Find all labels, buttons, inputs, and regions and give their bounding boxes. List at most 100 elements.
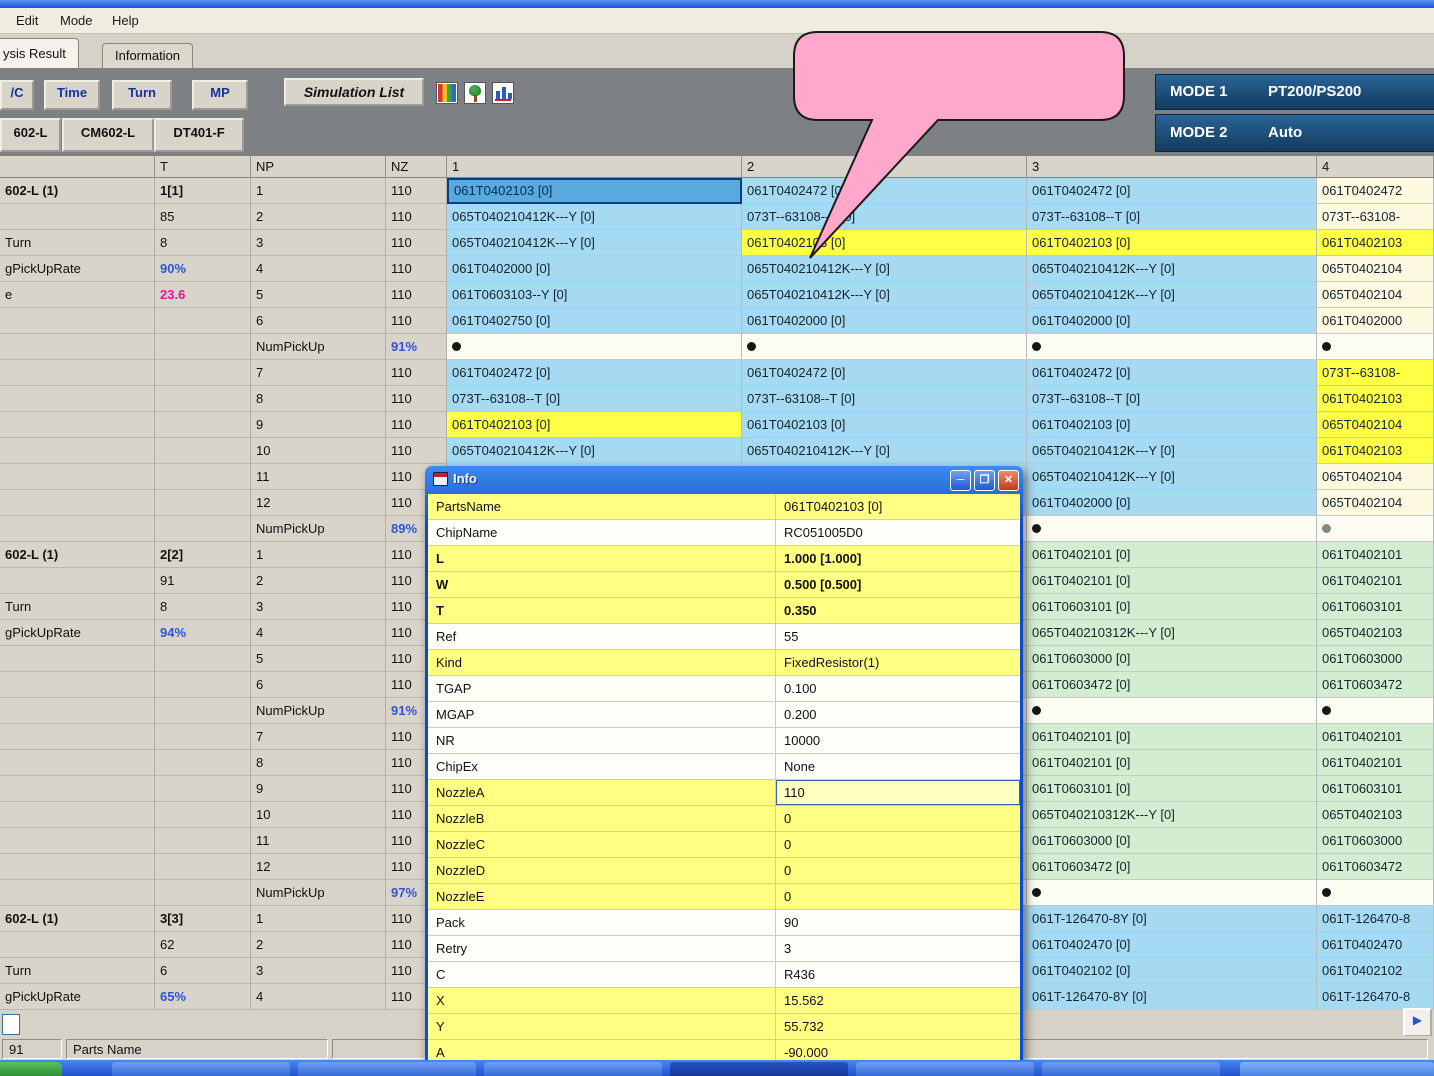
grid-cell[interactable]: 065T040210412K---Y [0] — [742, 282, 1027, 308]
toolbar-button-mp[interactable]: MP — [192, 80, 248, 110]
grid-cell[interactable]: 061T0402472 [0] — [1027, 178, 1317, 204]
grid-cell[interactable]: 073T--63108--T [0] — [1027, 204, 1317, 230]
bar-chart-icon[interactable] — [492, 82, 514, 104]
grid-cell[interactable]: 061T0402000 — [1317, 308, 1434, 334]
maximize-button[interactable]: ❐ — [974, 470, 995, 491]
info-field-value[interactable]: 0 — [776, 806, 1020, 832]
grid-cell[interactable]: 061T0402101 — [1317, 568, 1434, 594]
grid-cell[interactable]: 061T0603000 — [1317, 828, 1434, 854]
grid-cell[interactable]: 061T0402103 — [1317, 386, 1434, 412]
info-field-value[interactable]: 110 — [776, 780, 1020, 806]
grid-cell[interactable]: 073T--63108--T [0] — [742, 386, 1027, 412]
tree-icon[interactable] — [464, 82, 486, 104]
grid-cell[interactable]: 061T-126470-8 — [1317, 984, 1434, 1010]
grid-cell[interactable]: 065T0402104 — [1317, 256, 1434, 282]
info-field-value[interactable]: 0.100 — [776, 676, 1020, 702]
grid-cell[interactable]: 061T0402101 [0] — [1027, 750, 1317, 776]
grid-cell[interactable]: 065T0402104 — [1317, 412, 1434, 438]
tab-analysis-result[interactable]: ysis Result — [0, 38, 79, 68]
grid-cell[interactable]: 061T0402101 [0] — [1027, 542, 1317, 568]
grid-cell[interactable]: 065T040210312K---Y [0] — [1027, 802, 1317, 828]
toolbar-button-c[interactable]: /C — [0, 80, 34, 110]
grid-cell[interactable]: 061T0402472 [0] — [742, 178, 1027, 204]
menu-mode[interactable]: Mode — [52, 8, 101, 33]
grid-cell[interactable]: 065T0402103 — [1317, 620, 1434, 646]
grid-cell[interactable]: 061T0603472 — [1317, 672, 1434, 698]
grid-cell[interactable]: 065T040210412K---Y [0] — [447, 230, 742, 256]
grid-cell[interactable]: 073T--63108--T [0] — [742, 204, 1027, 230]
grid-cell[interactable] — [1027, 698, 1317, 724]
grid-cell[interactable]: 065T040210412K---Y [0] — [1027, 464, 1317, 490]
grid-cell[interactable]: 061T0603101 — [1317, 594, 1434, 620]
machine-tab-dt401-f[interactable]: DT401-F — [154, 118, 244, 152]
grid-cell[interactable]: 061T0603000 — [1317, 646, 1434, 672]
grid-cell[interactable]: 061T0402472 [0] — [447, 360, 742, 386]
start-button[interactable] — [0, 1062, 62, 1076]
info-field-value[interactable]: 0 — [776, 832, 1020, 858]
grid-cell[interactable]: 061T0402101 — [1317, 750, 1434, 776]
grid-cell[interactable]: 061T0603000 [0] — [1027, 646, 1317, 672]
info-field-value[interactable]: 90 — [776, 910, 1020, 936]
minimize-button[interactable]: ─ — [950, 470, 971, 491]
scroll-arrow-button[interactable]: ▶ — [1403, 1008, 1432, 1037]
grid-cell[interactable]: 061T0402000 [0] — [1027, 308, 1317, 334]
grid-cell[interactable]: 061T0402000 [0] — [447, 256, 742, 282]
grid-cell[interactable]: 061T0603101 [0] — [1027, 776, 1317, 802]
tab-information[interactable]: Information — [102, 43, 193, 68]
grid-cell[interactable] — [1027, 334, 1317, 360]
grid-cell[interactable]: 061T0402101 — [1317, 724, 1434, 750]
menu-help[interactable]: Help — [104, 8, 147, 33]
grid-cell[interactable]: 061T-126470-8Y [0] — [1027, 984, 1317, 1010]
grid-cell[interactable]: 065T0402104 — [1317, 464, 1434, 490]
grid-cell[interactable]: 061T0402103 [0] — [447, 412, 742, 438]
taskbar-button[interactable] — [298, 1062, 476, 1076]
gradient-icon[interactable] — [436, 82, 458, 104]
grid-cell-selected[interactable]: 061T0402103 [0] — [447, 178, 742, 204]
grid-cell[interactable]: 065T0402103 — [1317, 802, 1434, 828]
info-field-value[interactable]: 0 — [776, 858, 1020, 884]
close-icon[interactable]: ✕ — [998, 470, 1019, 491]
info-field-value[interactable]: FixedResistor(1) — [776, 650, 1020, 676]
grid-cell[interactable]: 073T--63108- — [1317, 204, 1434, 230]
info-field-value[interactable]: RC051005D0 — [776, 520, 1020, 546]
taskbar-button-active[interactable] — [670, 1062, 848, 1076]
grid-cell[interactable]: 065T040210412K---Y [0] — [742, 438, 1027, 464]
grid-cell[interactable]: 061T0402472 [0] — [1027, 360, 1317, 386]
grid-cell[interactable]: 061T0402103 [0] — [742, 230, 1027, 256]
grid-cell[interactable]: 065T0402104 — [1317, 490, 1434, 516]
info-field-value[interactable]: 1.000 [1.000] — [776, 546, 1020, 572]
grid-cell[interactable]: 061T-126470-8 — [1317, 906, 1434, 932]
grid-cell[interactable]: 061T0402102 [0] — [1027, 958, 1317, 984]
grid-cell[interactable] — [1027, 516, 1317, 542]
grid-cell[interactable]: 065T040210412K---Y [0] — [1027, 256, 1317, 282]
grid-cell[interactable]: 061T0402470 — [1317, 932, 1434, 958]
grid-cell[interactable]: 061T-126470-8Y [0] — [1027, 906, 1317, 932]
grid-cell[interactable]: 065T040210412K---Y [0] — [447, 204, 742, 230]
grid-cell[interactable]: 061T0402103 [0] — [1027, 230, 1317, 256]
grid-cell[interactable]: 061T0402103 [0] — [1027, 412, 1317, 438]
info-field-value[interactable]: 061T0402103 [0] — [776, 494, 1020, 520]
grid-cell[interactable]: 065T040210412K---Y [0] — [1027, 438, 1317, 464]
grid-cell[interactable]: 061T0402000 [0] — [742, 308, 1027, 334]
grid-cell[interactable]: 061T0402101 [0] — [1027, 568, 1317, 594]
grid-cell[interactable]: 061T0402102 — [1317, 958, 1434, 984]
info-field-value[interactable]: 10000 — [776, 728, 1020, 754]
info-field-value[interactable]: None — [776, 754, 1020, 780]
grid-cell[interactable]: 065T040210412K---Y [0] — [1027, 282, 1317, 308]
grid-cell[interactable]: 061T0603472 [0] — [1027, 854, 1317, 880]
simulation-list-button[interactable]: Simulation List — [284, 78, 424, 106]
grid-cell[interactable]: 061T0603101 [0] — [1027, 594, 1317, 620]
grid-cell[interactable]: 061T0402103 [0] — [742, 412, 1027, 438]
grid-cell[interactable]: 061T0402101 [0] — [1027, 724, 1317, 750]
grid-cell[interactable]: 065T040210412K---Y [0] — [447, 438, 742, 464]
grid-cell[interactable]: 061T0402101 — [1317, 542, 1434, 568]
grid-cell[interactable]: 061T0603103--Y [0] — [447, 282, 742, 308]
info-field-value[interactable]: R436 — [776, 962, 1020, 988]
grid-cell[interactable]: 073T--63108- — [1317, 360, 1434, 386]
grid-cell[interactable] — [1317, 880, 1434, 906]
grid-cell[interactable]: 065T0402104 — [1317, 282, 1434, 308]
grid-cell[interactable] — [1027, 880, 1317, 906]
machine-tab-602-l[interactable]: 602-L — [0, 118, 61, 152]
taskbar-button[interactable] — [856, 1062, 1034, 1076]
info-field-value[interactable]: 55 — [776, 624, 1020, 650]
